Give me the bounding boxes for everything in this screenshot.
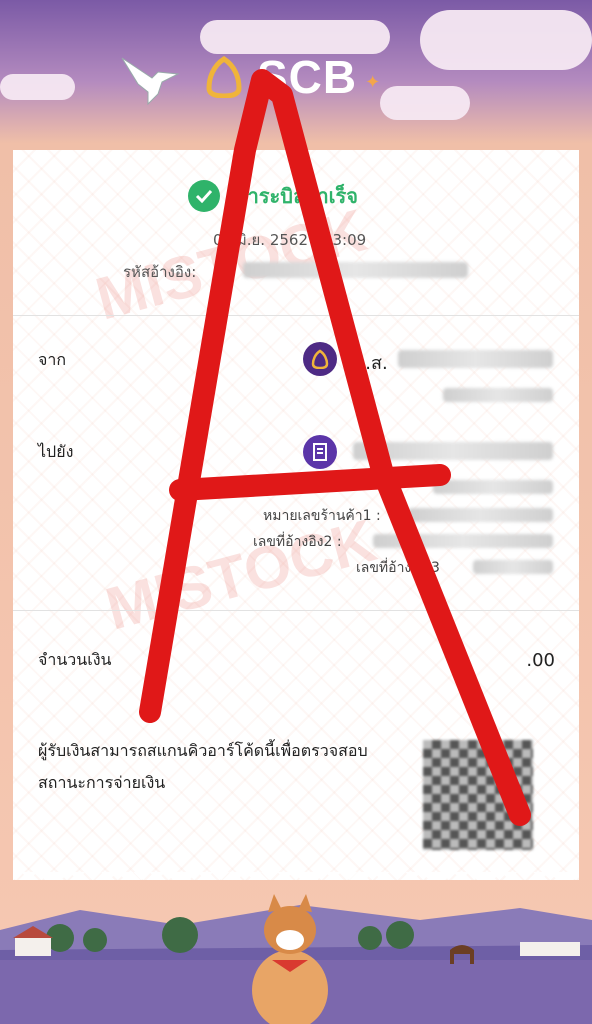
ref2-value-blurred	[373, 534, 553, 548]
scb-emblem-icon	[206, 56, 242, 98]
status-text: ชำระบิลสำเร็จ	[234, 184, 358, 208]
divider	[13, 610, 579, 611]
merchant-label: หมายเลขร้านค้า1 :	[263, 508, 381, 524]
from-name-blurred	[398, 350, 553, 368]
transaction-date: 02 มิ.ย. 2562 - 13:09	[213, 231, 367, 249]
ref3-value-blurred	[473, 560, 553, 574]
from-name: น.ส.	[353, 353, 388, 374]
from-account-blurred	[443, 388, 553, 402]
spark-icon: ✦	[365, 71, 381, 93]
reference-label: รหัสอ้างอิง:	[123, 263, 197, 281]
ref3-label: เลขที่อ้างอิง 3	[356, 560, 440, 576]
cloud	[200, 20, 390, 54]
reference-value-blurred	[243, 262, 468, 278]
status-row: ชำระบิลสำเร็จ	[188, 180, 358, 212]
amount-label: จำนวนเงิน	[38, 650, 112, 669]
scb-account-icon	[303, 342, 337, 376]
landscape-illustration	[0, 894, 592, 1024]
ref2-label: เลขที่อ้างอิง2 :	[253, 534, 342, 550]
bill-icon	[303, 435, 337, 469]
qr-code	[423, 740, 533, 850]
cloud	[380, 86, 470, 120]
amount-value: .00	[526, 650, 555, 671]
check-icon	[188, 180, 220, 212]
to-label: ไปยัง	[38, 442, 74, 461]
brand-name: SCB	[257, 51, 358, 103]
receipt-edge	[13, 872, 579, 888]
to-account-blurred	[433, 480, 553, 494]
divider	[13, 315, 579, 316]
scb-logo: SCB ✦	[205, 50, 380, 104]
qr-instruction: ผู้รับเงินสามารถสแกนคิวอาร์โค้ดนี้เพื่อต…	[38, 741, 368, 792]
header: SCB ✦	[0, 0, 592, 145]
bird-icon	[121, 57, 180, 106]
to-name-blurred	[353, 442, 553, 460]
receipt-card: MISTOCK MISTOCK ชำระบิลสำเร็จ 02 มิ.ย. 2…	[13, 150, 579, 880]
merchant-value-blurred	[408, 508, 553, 522]
cloud	[420, 10, 592, 70]
from-label: จาก	[38, 350, 67, 369]
cloud	[0, 74, 75, 100]
